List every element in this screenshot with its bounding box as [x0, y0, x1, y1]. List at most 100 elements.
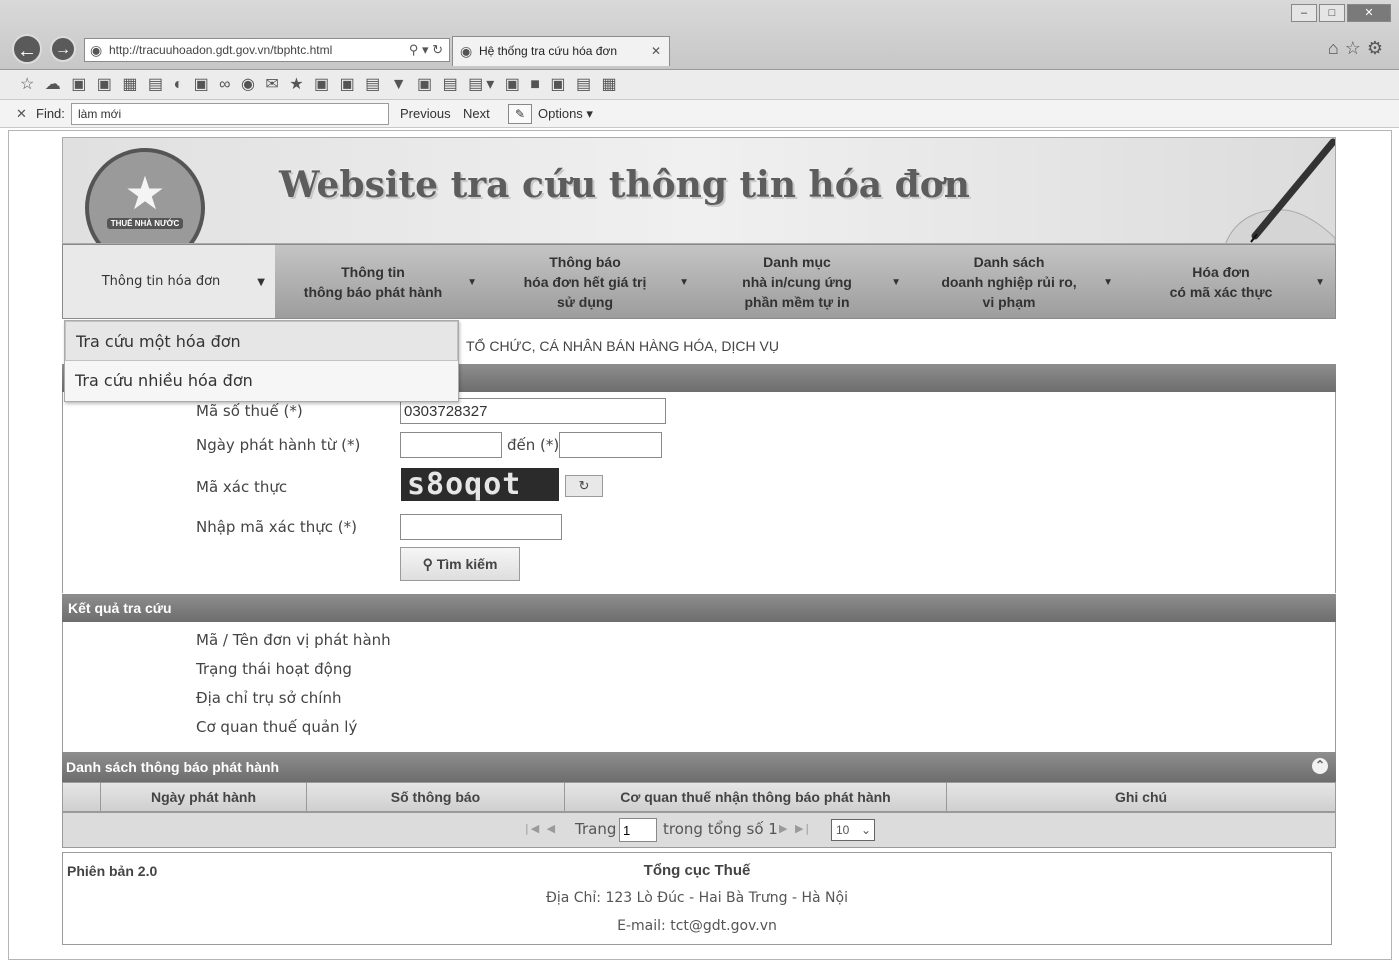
find-bar: ✕ Find: Previous Next ✎ Options ▾	[0, 100, 1399, 128]
footer-org: Tổng cục Thuế	[643, 862, 751, 879]
menu-label: Thông báo hóa đơn hết giá trị sử dụng	[523, 253, 647, 310]
menu-label: Danh mục nhà in/cung ứng phần mềm tự in	[742, 253, 852, 310]
menu-printers-list[interactable]: Danh mục nhà in/cung ứng phần mềm tự in …	[699, 245, 911, 318]
pencil-icon[interactable]: ✎	[508, 104, 532, 124]
page-number-input[interactable]	[619, 818, 657, 842]
caret-down-icon: ▼	[467, 277, 477, 288]
favorites-icon[interactable]: ☆	[1345, 38, 1367, 58]
pen-hand-illustration	[1225, 138, 1335, 243]
caret-down-icon: ▼	[257, 277, 265, 288]
notice-table-header: Ngày phát hành Số thông báo Cơ quan thuế…	[62, 782, 1336, 812]
results-panel: Mã / Tên đơn vị phát hành Trạng thái hoạ…	[62, 622, 1336, 754]
search-icon: ⚲	[422, 556, 433, 572]
page-size-value: 10	[836, 823, 850, 837]
result-field-issuer: Mã / Tên đơn vị phát hành	[196, 631, 391, 649]
close-find-icon[interactable]: ✕	[16, 106, 27, 122]
column-header-tax-office[interactable]: Cơ quan thuế nhận thông báo phát hành	[565, 783, 947, 811]
close-tab-icon[interactable]: ✕	[651, 37, 661, 65]
result-field-tax-office: Cơ quan thuế quản lý	[196, 718, 358, 736]
notice-list-header: Danh sách thông báo phát hành ⌃	[62, 752, 1336, 782]
search-refresh-icon[interactable]: ⚲ ▾ ↻	[409, 39, 443, 61]
first-page-icon[interactable]: |◀ ◀	[525, 822, 557, 835]
date-from-input[interactable]	[400, 432, 502, 458]
result-field-address: Địa chỉ trụ sở chính	[196, 689, 342, 707]
find-input[interactable]	[71, 103, 389, 125]
tab-active[interactable]: ◉ Hệ thống tra cứu hóa đơn ✕	[452, 36, 670, 66]
main-menu: Thông tin hóa đơn ▼ Thông tin thông báo …	[62, 244, 1336, 319]
find-label: Find:	[36, 106, 65, 121]
menu-authenticated-invoices[interactable]: Hóa đơn có mã xác thực ▼	[1123, 245, 1335, 318]
star-icon: ★	[124, 166, 166, 219]
result-field-status: Trạng thái hoạt động	[196, 660, 352, 678]
window-controls: – □ ✕	[1291, 4, 1391, 22]
menu-expired-invoices[interactable]: Thông báo hóa đơn hết giá trị sử dụng ▼	[487, 245, 699, 318]
column-header-index	[63, 783, 101, 811]
menu-label: Hóa đơn có mã xác thực	[1169, 263, 1273, 300]
footer-address: Địa Chỉ: 123 Lò Đúc - Hai Bà Trưng - Hà …	[546, 890, 848, 906]
caret-down-icon: ▼	[1103, 277, 1113, 288]
caret-down-icon: ▼	[1315, 277, 1325, 288]
collapse-icon[interactable]: ⌃	[1312, 758, 1328, 774]
results-header: Kết quả tra cứu	[62, 594, 1336, 622]
site-banner: ★ THUẾ NHÀ NƯỚC Website tra cứu thông ti…	[62, 137, 1336, 244]
table-pager: |◀ ◀ Trang trong tổng số 1 ▶ ▶| 10 ⌄	[62, 812, 1336, 848]
captcha-input[interactable]	[400, 514, 562, 540]
breadcrumb: TỔ CHỨC, CÁ NHÂN BÁN HÀNG HÓA, DỊCH VỤ	[466, 338, 779, 354]
caret-down-icon: ▼	[891, 277, 901, 288]
pager-prefix: Trang	[575, 820, 617, 838]
caret-down-icon: ▼	[679, 277, 689, 288]
menu-label: Thông tin hóa đơn	[101, 273, 221, 289]
browser-right-icons: ⌂☆⚙	[1328, 38, 1389, 59]
search-button[interactable]: ⚲ Tìm kiếm	[400, 547, 520, 581]
home-icon[interactable]: ⌂	[1328, 38, 1345, 58]
refresh-captcha-button[interactable]: ↻	[565, 475, 603, 497]
column-header-number[interactable]: Số thông báo	[307, 783, 565, 811]
last-page-icon[interactable]: ▶ ▶|	[779, 822, 811, 835]
dropdown-item-multi-lookup[interactable]: Tra cứu nhiều hóa đơn	[65, 361, 458, 401]
forward-icon[interactable]: →	[50, 36, 76, 62]
date-to-label: đến (*)	[507, 436, 560, 454]
menu-risky-businesses[interactable]: Danh sách doanh nghiệp rủi ro, vi phạm ▼	[911, 245, 1123, 318]
menu-invoice-info[interactable]: Thông tin hóa đơn ▼	[63, 245, 275, 318]
captcha-image: s8oqot	[401, 468, 559, 501]
back-icon[interactable]: ←	[12, 34, 42, 64]
minimize-icon[interactable]: –	[1291, 4, 1317, 22]
column-header-note[interactable]: Ghi chú	[947, 783, 1335, 811]
globe-icon: ◉	[460, 43, 473, 59]
column-header-date[interactable]: Ngày phát hành	[101, 783, 307, 811]
page-size-select[interactable]: 10 ⌄	[831, 819, 875, 841]
maximize-icon[interactable]: □	[1319, 4, 1345, 22]
globe-icon: ◉	[90, 42, 103, 58]
notice-list-title: Danh sách thông báo phát hành	[66, 759, 280, 775]
gear-icon[interactable]: ⚙	[1367, 38, 1389, 58]
logo-text: THUẾ NHÀ NƯỚC	[106, 217, 184, 229]
footer-email: E-mail: tct@gdt.gov.vn	[617, 918, 777, 934]
search-button-label: Tìm kiếm	[436, 556, 498, 572]
address-url: http://tracuuhoadon.gdt.gov.vn/tbphtc.ht…	[109, 43, 333, 57]
tax-code-label: Mã số thuế (*)	[196, 402, 303, 420]
tax-logo: ★ THUẾ NHÀ NƯỚC	[85, 148, 205, 243]
toolbar-icons[interactable]: ☆ ☁ ▣ ▣ ▦ ▤ ◐ ▣ ∞ ◉ ✉ ★ ▣ ▣ ▤ ▼ ▣ ▤ ▤▾ ▣…	[20, 76, 620, 93]
search-form: Mã số thuế (*) Ngày phát hành từ (*) đến…	[62, 392, 1336, 593]
captcha-label: Mã xác thực	[196, 478, 288, 496]
chevron-down-icon: ⌄	[860, 823, 871, 837]
date-from-label: Ngày phát hành từ (*)	[196, 436, 361, 454]
browser-chrome: ← → ◉ http://tracuuhoadon.gdt.gov.vn/tbp…	[0, 0, 1399, 70]
refresh-icon: ↻	[578, 478, 590, 493]
dropdown-item-single-lookup[interactable]: Tra cứu một hóa đơn	[65, 321, 458, 361]
captcha-input-label: Nhập mã xác thực (*)	[196, 518, 357, 536]
find-next-button[interactable]: Next	[463, 106, 490, 121]
site-footer: Phiên bản 2.0 Tổng cục Thuế Địa Chỉ: 123…	[62, 852, 1332, 945]
address-bar[interactable]: ◉ http://tracuuhoadon.gdt.gov.vn/tbphtc.…	[84, 38, 450, 62]
favorites-toolbar: ☆ ☁ ▣ ▣ ▦ ▤ ◐ ▣ ∞ ◉ ✉ ★ ▣ ▣ ▤ ▼ ▣ ▤ ▤▾ ▣…	[0, 70, 1399, 100]
invoice-info-dropdown: Tra cứu một hóa đơn Tra cứu nhiều hóa đơ…	[64, 320, 459, 402]
menu-issuance-notice[interactable]: Thông tin thông báo phát hành ▼	[275, 245, 487, 318]
menu-label: Danh sách doanh nghiệp rủi ro, vi phạm	[941, 253, 1077, 310]
site-title: Website tra cứu thông tin hóa đơn	[279, 164, 970, 206]
date-to-input[interactable]	[559, 432, 662, 458]
close-window-icon[interactable]: ✕	[1347, 4, 1391, 22]
find-previous-button[interactable]: Previous	[400, 106, 451, 121]
tab-title: Hệ thống tra cứu hóa đơn	[479, 44, 617, 58]
pager-total: trong tổng số 1	[663, 820, 778, 838]
find-options-button[interactable]: Options ▾	[538, 106, 593, 122]
